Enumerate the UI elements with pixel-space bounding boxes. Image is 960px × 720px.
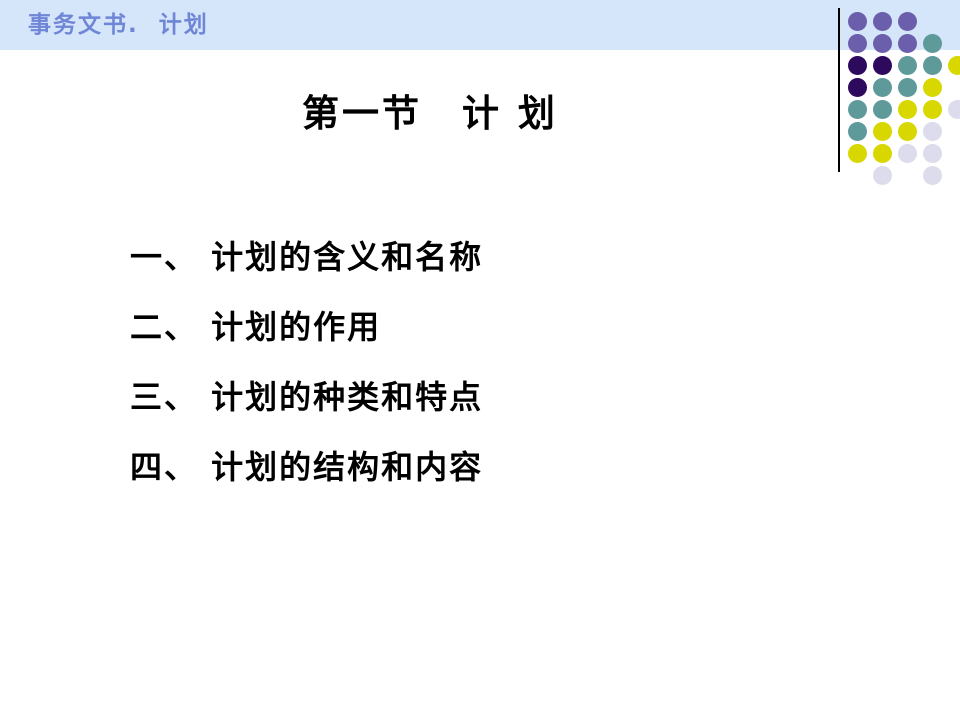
decoration-dot	[923, 56, 942, 75]
decoration-dot	[923, 100, 942, 119]
decoration-dot	[873, 100, 892, 119]
decoration-dot	[848, 12, 867, 31]
decoration-dot	[898, 34, 917, 53]
decoration-dot	[948, 56, 960, 75]
header-title: 事务文书. 计划	[28, 12, 209, 38]
decoration-dot	[923, 78, 942, 97]
decoration-dot	[873, 166, 892, 185]
decoration-dot	[923, 122, 942, 141]
decoration-dot	[898, 56, 917, 75]
decoration-dot	[848, 34, 867, 53]
decoration-dot	[898, 122, 917, 141]
decoration-dot	[848, 56, 867, 75]
decoration-dot	[873, 78, 892, 97]
decoration-dot	[873, 34, 892, 53]
decoration-dot	[898, 144, 917, 163]
decoration-dot	[898, 12, 917, 31]
decoration-dot	[873, 122, 892, 141]
list-item: 一、 计划的含义和名称	[130, 238, 484, 276]
decoration-dot	[848, 144, 867, 163]
decoration-dot	[923, 144, 942, 163]
decoration-dot	[948, 100, 960, 119]
decoration-dot	[873, 144, 892, 163]
outline-list: 一、 计划的含义和名称 二、 计划的作用三、 计划的种类和特点 四、 计划的结构和内…	[130, 222, 830, 502]
list-item: 三、 计划的种类和特点	[130, 378, 484, 416]
decoration-dot	[898, 78, 917, 97]
decoration-dot	[898, 100, 917, 119]
decoration-dot	[923, 34, 942, 53]
page-title: 第一节 计 划	[302, 92, 558, 135]
decoration-dot	[873, 12, 892, 31]
header-band: 事务文书. 计划	[0, 0, 960, 50]
list-item: 四、 计划的结构和内容	[130, 448, 484, 486]
list-item: 二、 计划的作用	[130, 308, 382, 346]
slide-canvas: 事务文书. 计划 第一节 计 划 一、 计划的含义和名称 二、 计划的作用三、 计…	[0, 0, 960, 720]
decoration-dot	[923, 166, 942, 185]
decoration-dot	[873, 56, 892, 75]
